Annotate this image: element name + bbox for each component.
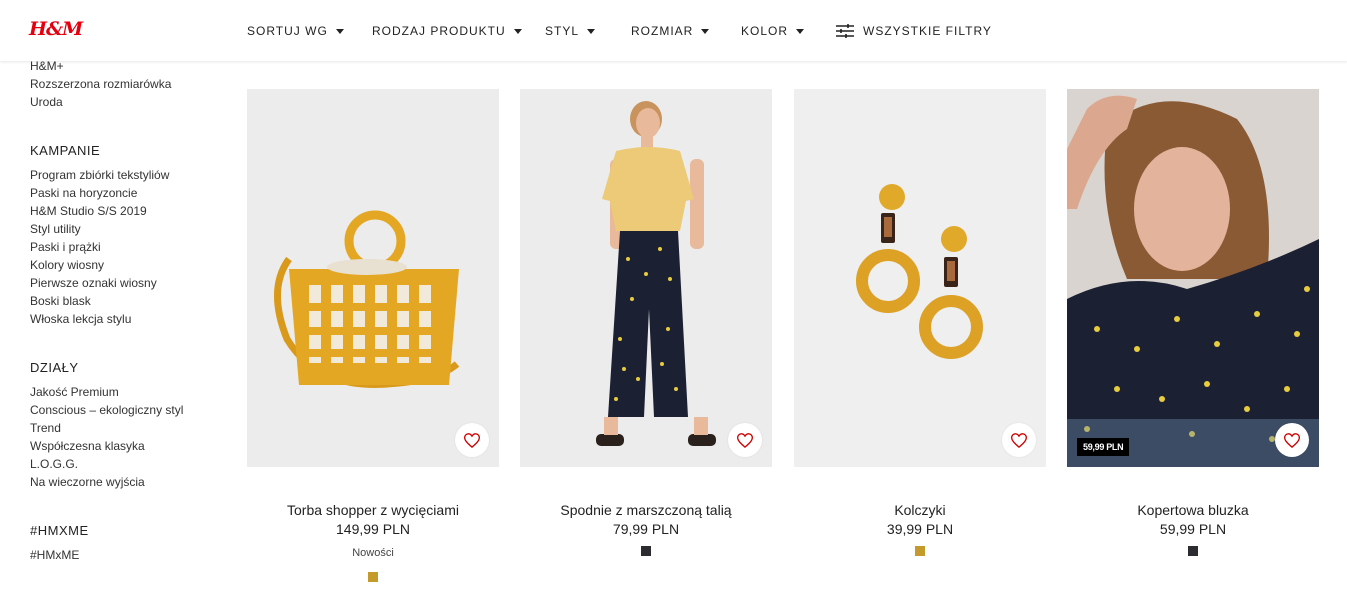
heart-icon	[1011, 432, 1027, 448]
product-price: 79,99 PLN	[612, 521, 680, 537]
sidebar-link[interactable]: Program zbiórki tekstyliów	[30, 168, 169, 182]
heart-icon	[1284, 432, 1300, 448]
filter-product-type-label: RODZAJ PRODUKTU	[372, 24, 506, 38]
bag-illustration	[247, 89, 499, 467]
product-card[interactable]: 59,99 PLN Kopertowa bluzka 59,99 PLN	[1067, 89, 1319, 556]
product-new-label: Nowości	[352, 547, 394, 559]
product-name[interactable]: Torba shopper z wycięciami	[247, 502, 499, 518]
product-name[interactable]: Spodnie z marszczoną talią	[520, 502, 772, 518]
model-blouse-illustration	[1067, 89, 1319, 467]
chevron-down-icon	[335, 28, 344, 34]
sidebar-link[interactable]: Styl utility	[30, 222, 81, 236]
all-filters-button[interactable]: WSZYSTKIE FILTRY	[836, 24, 992, 38]
color-swatch[interactable]	[915, 546, 925, 556]
filter-color[interactable]: KOLOR	[741, 24, 805, 38]
product-image-bag[interactable]	[247, 89, 499, 467]
sidebar-link[interactable]: Paski i prążki	[30, 240, 101, 254]
sliders-icon	[836, 24, 854, 38]
earrings-illustration	[794, 89, 1046, 467]
top-navigation-bar: H&M SORTUJ WG RODZAJ PRODUKTU STYL ROZMI…	[0, 0, 1347, 61]
chevron-down-icon	[701, 28, 710, 34]
product-card[interactable]: Kolczyki 39,99 PLN	[794, 89, 1046, 556]
color-swatch[interactable]	[641, 546, 651, 556]
chevron-down-icon	[587, 28, 596, 34]
model-trousers-illustration	[520, 89, 772, 467]
sidebar-link[interactable]: Włoska lekcja stylu	[30, 312, 131, 326]
product-price: 149,99 PLN	[336, 521, 410, 537]
add-to-favorites-button[interactable]	[455, 423, 489, 457]
heart-icon	[737, 432, 753, 448]
add-to-favorites-button[interactable]	[728, 423, 762, 457]
product-price: 59,99 PLN	[1159, 521, 1227, 537]
all-filters-label: WSZYSTKIE FILTRY	[863, 24, 992, 38]
sidebar-link-extended-sizes[interactable]: Rozszerzona rozmiarówka	[30, 77, 171, 91]
sidebar-link[interactable]: Na wieczorne wyjścia	[30, 475, 145, 489]
filter-sort-by[interactable]: SORTUJ WG	[247, 24, 344, 38]
product-name[interactable]: Kopertowa bluzka	[1067, 502, 1319, 518]
filter-product-type[interactable]: RODZAJ PRODUKTU	[372, 24, 522, 38]
sidebar-heading-campaigns: KAMPANIE	[30, 143, 101, 158]
add-to-favorites-button[interactable]	[1002, 423, 1036, 457]
product-image-trousers[interactable]	[520, 89, 772, 467]
sidebar-link[interactable]: H&M Studio S/S 2019	[30, 204, 147, 218]
hm-logo[interactable]: H&M	[29, 18, 83, 40]
sidebar-link[interactable]: Współczesna klasyka	[30, 439, 145, 453]
sidebar-link[interactable]: Pierwsze oznaki wiosny	[30, 276, 157, 290]
sidebar-link[interactable]: #HMxME	[30, 548, 79, 562]
sidebar-link[interactable]: Paski na horyzoncie	[30, 186, 137, 200]
price-badge: 59,99 PLN	[1077, 438, 1130, 456]
filter-size[interactable]: ROZMIAR	[631, 24, 710, 38]
sidebar-link-hm-plus[interactable]: H&M+	[30, 59, 64, 73]
sidebar-link[interactable]: Trend	[30, 421, 61, 435]
color-swatch[interactable]	[1188, 546, 1198, 556]
filter-color-label: KOLOR	[741, 24, 789, 38]
heart-icon	[464, 432, 480, 448]
filter-sort-by-label: SORTUJ WG	[247, 24, 328, 38]
product-image-earrings[interactable]	[794, 89, 1046, 467]
product-price: 39,99 PLN	[886, 521, 954, 537]
chevron-down-icon	[513, 28, 522, 34]
sidebar-link[interactable]: Conscious – ekologiczny styl	[30, 403, 183, 417]
product-card[interactable]: Spodnie z marszczoną talią 79,99 PLN	[520, 89, 772, 556]
product-card[interactable]: Torba shopper z wycięciami 149,99 PLN No…	[247, 89, 499, 582]
sidebar-link[interactable]: Jakość Premium	[30, 385, 119, 399]
chevron-down-icon	[796, 28, 805, 34]
color-swatch[interactable]	[368, 572, 378, 582]
filter-size-label: ROZMIAR	[631, 24, 694, 38]
filter-style[interactable]: STYL	[545, 24, 596, 38]
product-image-blouse[interactable]: 59,99 PLN	[1067, 89, 1319, 467]
product-name[interactable]: Kolczyki	[794, 502, 1046, 518]
add-to-favorites-button[interactable]	[1275, 423, 1309, 457]
sidebar-heading-hmxme: #HMXME	[30, 523, 89, 538]
sidebar-heading-departments: DZIAŁY	[30, 360, 79, 375]
sidebar-link[interactable]: Kolory wiosny	[30, 258, 104, 272]
sidebar-link[interactable]: Boski blask	[30, 294, 91, 308]
sidebar-link-beauty[interactable]: Uroda	[30, 95, 63, 109]
sidebar-link[interactable]: L.O.G.G.	[30, 457, 78, 471]
filter-style-label: STYL	[545, 24, 580, 38]
